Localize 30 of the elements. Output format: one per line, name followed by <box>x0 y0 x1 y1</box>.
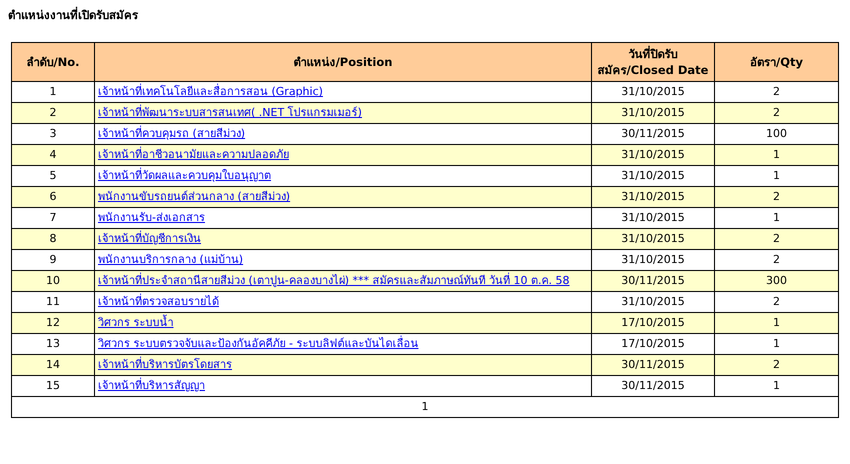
page-title: ตำแหน่งงานที่เปิดรับสมัคร <box>8 7 140 23</box>
table-cell: 300 <box>714 270 838 292</box>
column-header: วันที่ปิดรับสมัคร/Closed Date <box>592 42 714 82</box>
table-cell: 10 <box>12 270 94 292</box>
table-cell: 2 <box>714 354 838 376</box>
table-cell: 2 <box>714 186 838 208</box>
table-cell: 2 <box>714 228 838 250</box>
table-cell: 1 <box>714 376 838 396</box>
table-cell: 30/11/2015 <box>592 270 714 292</box>
table-cell: 1 <box>714 312 838 334</box>
table-cell: 14 <box>12 354 94 376</box>
table-cell: 6 <box>12 186 94 208</box>
table-cell: 31/10/2015 <box>592 228 714 250</box>
table-cell: 2 <box>714 102 838 124</box>
table-cell: 31/10/2015 <box>592 102 714 124</box>
column-header: อัตรา/Qty <box>714 42 838 82</box>
table-cell: 30/11/2015 <box>592 376 714 396</box>
table-cell: 4 <box>12 144 94 166</box>
column-header: ลำดับ/No. <box>12 42 94 82</box>
table-cell: 2 <box>12 102 94 124</box>
column-header: ตำแหน่ง/Position <box>94 42 592 82</box>
table-cell: 15 <box>12 376 94 396</box>
page-number[interactable]: 1 <box>12 396 838 418</box>
table-cell: 31/10/2015 <box>592 186 714 208</box>
table-cell: 1 <box>714 144 838 166</box>
table-cell: 12 <box>12 312 94 334</box>
table-cell: 31/10/2015 <box>592 144 714 166</box>
table-cell: 17/10/2015 <box>592 312 714 334</box>
table-cell: 8 <box>12 228 94 250</box>
table-cell: 30/11/2015 <box>592 354 714 376</box>
